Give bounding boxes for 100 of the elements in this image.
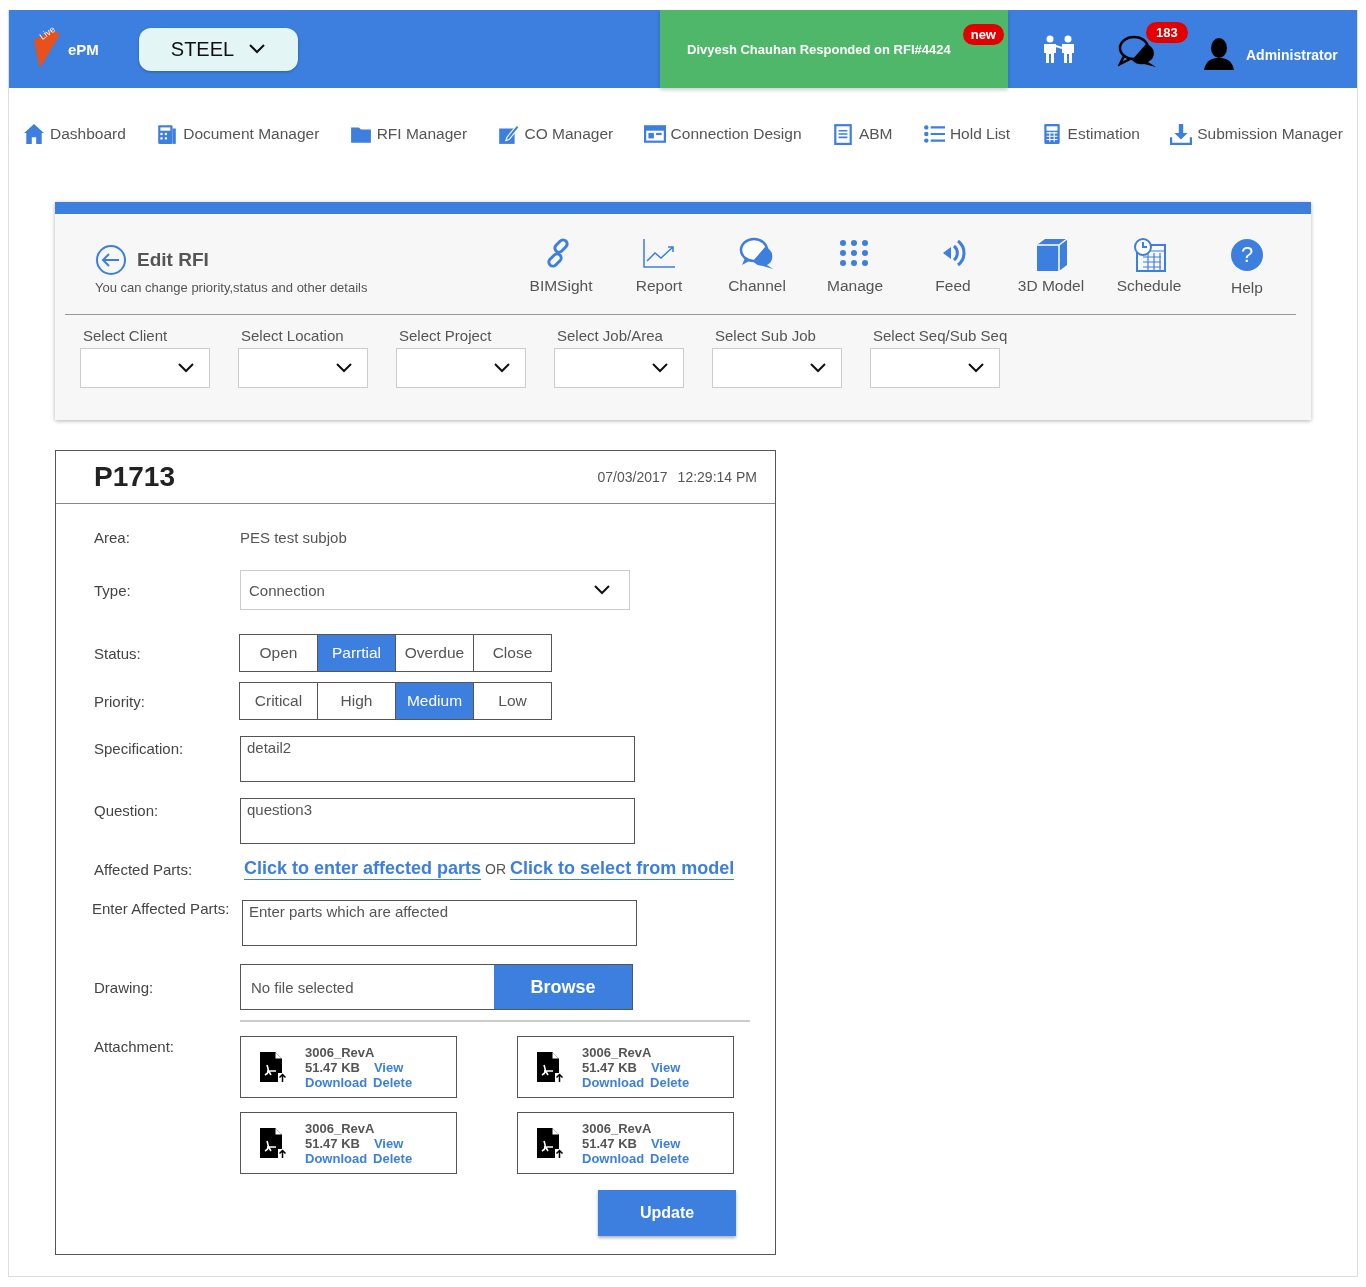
attachment-size: 51.47 KB [582,1135,637,1151]
field-label: Drawing: [94,978,155,996]
toolbar-button[interactable]: Schedule [1100,236,1198,314]
download-link[interactable]: Download [305,1150,368,1166]
nav-link[interactable]: ABM [831,123,893,145]
status-option[interactable]: Close [473,634,552,672]
toolbar-button[interactable]: Channel [708,236,806,314]
toolbar-button[interactable]: Manage [806,236,904,314]
field-label: Attachment: [94,1038,176,1055]
rfi-time: 12:29:14 PM [677,469,757,485]
nav-link[interactable]: Dashboard [23,123,126,145]
toolbar-button[interactable]: Report [610,236,708,314]
page-title: Edit RFI [137,249,209,271]
enter-parts-link[interactable]: Click to enter affected parts [244,858,482,880]
rfi-date: 07/03/2017 [597,469,668,485]
user-silhouette-icon[interactable] [1204,38,1234,70]
chevron-down-icon [651,362,669,374]
toolbar-button[interactable]: Feed [904,236,1002,314]
filter-dropdown[interactable] [712,348,842,388]
filter-label: Select Job/Area [556,327,664,344]
browse-button[interactable]: Browse [494,965,632,1009]
layout-icon [643,123,666,145]
chevron-down-icon [177,362,195,374]
or-text: OR [485,861,507,877]
chevron-down-icon [493,362,511,374]
help-icon: ? [1231,239,1263,271]
priority-option[interactable]: Medium [395,682,474,720]
division-dropdown[interactable]: STEEL [139,27,298,71]
home-icon [23,123,45,145]
nav-link[interactable]: Submission Manager [1170,123,1343,145]
calculator-icon [156,123,179,145]
select-model-link[interactable]: Click to select from model [510,858,735,880]
type-dropdown[interactable]: Connection [240,570,630,610]
status-option[interactable]: Overdue [395,634,474,672]
file-field[interactable]: No file selected Browse [240,964,633,1010]
view-link[interactable]: View [650,1059,681,1075]
filter-label: Select Client [82,327,169,344]
notification-banner[interactable]: Divyesh Chauhan Responded on RFI#4424 new [660,10,1008,88]
delete-link[interactable]: Delete [650,1150,690,1166]
attachment-name: 3006_RevA [305,1120,376,1136]
update-button[interactable]: Update [598,1190,736,1236]
nav-link[interactable]: Estimation [1040,123,1140,145]
nav-link[interactable]: Document Manager [156,123,320,145]
delete-link[interactable]: Delete [373,1074,413,1090]
filter-dropdown[interactable] [396,348,526,388]
view-link[interactable]: View [373,1059,404,1075]
chevron-down-icon [248,43,267,55]
clipboard-icon [831,123,854,145]
priority-option[interactable]: Critical [239,682,318,720]
view-link[interactable]: View [373,1135,404,1151]
nav-link[interactable]: Connection Design [643,123,802,145]
view-link[interactable]: View [650,1135,681,1151]
new-badge: new [962,24,1004,45]
filter-label: Select Seq/Sub Seq [872,327,1008,344]
download-link[interactable]: Download [582,1150,645,1166]
list-icon [922,123,945,145]
chevron-down-icon [593,584,611,596]
specification-field[interactable]: detail2 [240,736,635,782]
user-name[interactable]: Administrator [1246,47,1338,63]
toolbar-button[interactable]: 3D Model [1002,236,1100,314]
priority-option[interactable]: Low [473,682,552,720]
filter-dropdown[interactable] [238,348,368,388]
download-link[interactable]: Download [305,1074,368,1090]
pdf-file-icon [536,1127,564,1159]
nav-link[interactable]: CO Manager [497,123,614,145]
attachment-size: 51.47 KB [305,1135,360,1151]
people-icon[interactable] [1042,35,1076,63]
download-icon [1170,123,1193,145]
field-label: Status: [94,644,142,662]
toolbar-button[interactable]: ? Help [1198,236,1296,314]
field-label: Question: [94,802,160,819]
field-label: Enter Affected Parts: [92,900,231,917]
filter-label: Select Project [398,327,493,344]
nav-link[interactable]: RFI Manager [349,123,468,145]
field-label: Priority: [94,692,146,710]
filter-dropdown[interactable] [554,348,684,388]
attachment-name: 3006_RevA [582,1044,653,1060]
nav-link[interactable]: Hold List [922,123,1011,145]
affected-parts-field[interactable]: Enter parts which are affected [242,900,637,946]
notification-text: Divyesh Chauhan Responded on RFI#4424 [687,41,951,57]
chevron-down-icon [809,362,827,374]
priority-option[interactable]: High [317,682,396,720]
status-option[interactable]: Open [239,634,318,672]
logo-text[interactable]: ePM [68,40,99,58]
download-link[interactable]: Download [582,1074,645,1090]
delete-link[interactable]: Delete [650,1074,690,1090]
question-field[interactable]: question3 [240,798,635,844]
filter-dropdown[interactable] [80,348,210,388]
status-option[interactable]: Parrtial [317,634,396,672]
toolbar-button[interactable]: BIMSight [512,236,610,314]
area-value: PES test subjob [240,528,347,546]
attachment-name: 3006_RevA [305,1044,376,1060]
page-subtitle: You can change priority,status and other details [95,280,369,295]
chevron-down-icon [335,362,353,374]
delete-link[interactable]: Delete [373,1150,413,1166]
field-label: Affected Parts: [94,860,194,878]
pdf-file-icon [259,1051,287,1083]
filter-dropdown[interactable] [870,348,1000,388]
chat-bubbles-icon[interactable] [1118,34,1158,68]
pdf-file-icon [259,1127,287,1159]
